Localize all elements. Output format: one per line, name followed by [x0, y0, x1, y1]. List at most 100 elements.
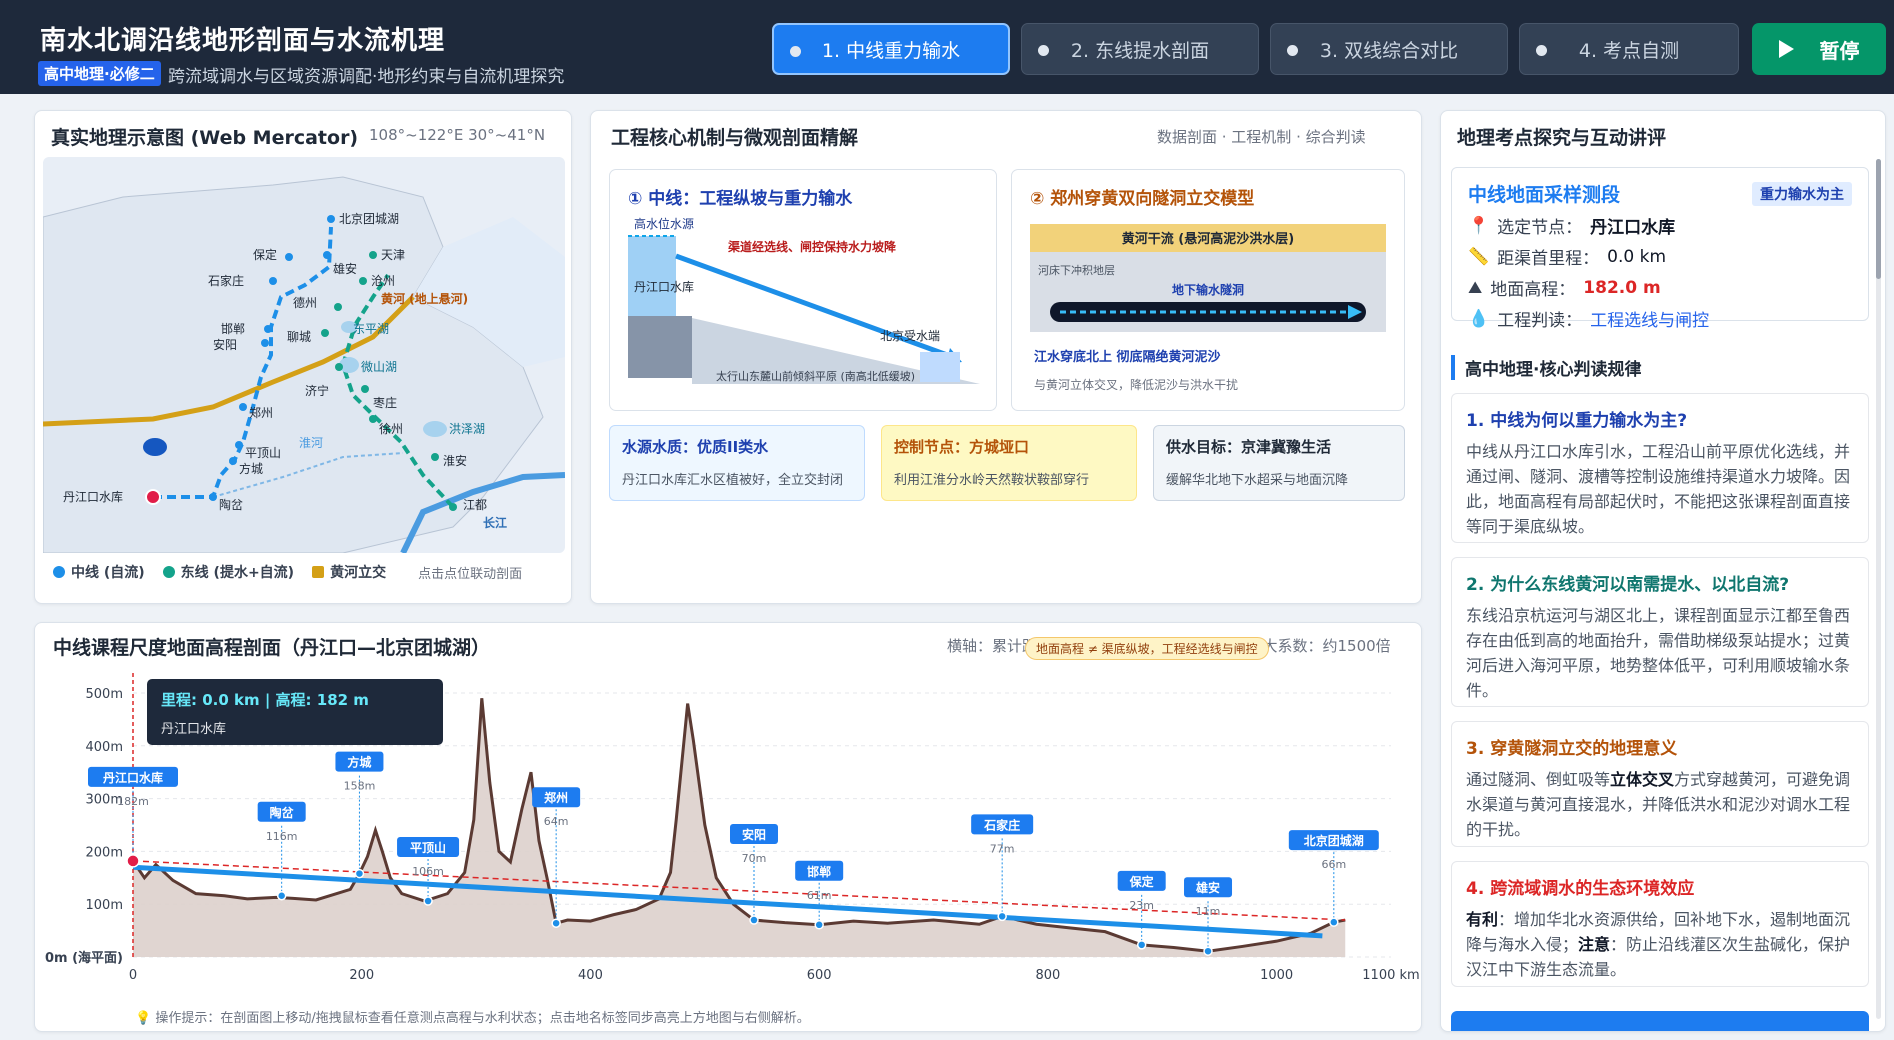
svg-text:黄河干流 (悬河高泥沙洪水层): 黄河干流 (悬河高泥沙洪水层): [1122, 231, 1294, 247]
station-point: [354, 868, 365, 879]
scrollbar[interactable]: [1876, 159, 1881, 1019]
mech-title: 工程核心机制与微观剖面精解: [611, 127, 859, 149]
svg-text:北京受水端: 北京受水端: [880, 329, 940, 343]
map-legend: 中线 (自流) 东线 (提水+自流) 黄河立交 点击点位联动剖面: [53, 562, 522, 582]
tab-compare[interactable]: 3. 双线综合对比: [1270, 23, 1508, 75]
svg-text:地下输水隧洞: 地下输水隧洞: [1172, 282, 1244, 297]
water-drop-icon: 💧: [1468, 308, 1490, 329]
pause-button[interactable]: 暂停: [1752, 23, 1886, 75]
station-elevation: 116m: [266, 830, 298, 843]
station-label: 邯郸: [807, 864, 831, 879]
map-range: 108°~122°E 30°~41°N: [369, 126, 546, 144]
station-point: [749, 915, 759, 925]
svg-text:洪泽湖: 洪泽湖: [449, 421, 485, 436]
tab-dot-icon: [1287, 45, 1298, 56]
y-tick-label: 100m: [86, 898, 123, 913]
tab-east-route[interactable]: 2. 东线提水剖面: [1021, 23, 1259, 75]
svg-text:郑州: 郑州: [249, 405, 273, 420]
yellow-river-tunnel-card: ② 郑州穿黄双向隧洞立交模型 黄河干流 (悬河高泥沙洪水层) 河床下冲积地层 地…: [1011, 169, 1405, 411]
station-elevation: 158m: [344, 780, 376, 793]
course-badge: 高中地理·必修二: [38, 61, 161, 86]
pin-icon: 📍: [1468, 215, 1490, 236]
analysis-panel: 地理考点探究与互动讲评 中线地面采样测段 重力输水为主 📍 选定节点： 丹江口水库 …: [1440, 110, 1886, 1032]
lake-marker: [143, 438, 167, 456]
map-panel: 真实地理示意图 (Web Mercator) 108°~122°E 30°~41…: [34, 110, 572, 604]
svg-text:方城: 方城: [239, 461, 263, 476]
x-tick-label: 1000: [1260, 968, 1293, 983]
station-point: [551, 918, 561, 928]
x-tick-label: 0: [129, 968, 137, 983]
station-label: 石家庄: [983, 817, 1020, 832]
profile-panel: 中线课程尺度地面高程剖面（丹江口—北京团城湖） 横轴：累计距离(km) | 纵轴…: [34, 622, 1422, 1032]
station-elevation: 70m: [742, 852, 767, 865]
station-elevation: 77m: [990, 842, 1015, 855]
svg-text:长江: 长江: [483, 515, 507, 530]
q2-card[interactable]: 2. 为什么东线黄河以南需提水、以北自流? 东线沿京杭运河与湖区北上，课程剖面显示…: [1451, 557, 1869, 707]
next-button[interactable]: [1451, 1011, 1869, 1031]
ruler-icon: 📏: [1468, 246, 1490, 267]
svg-text:北京团城湖: 北京团城湖: [339, 211, 399, 226]
mechanism-panel: 工程核心机制与微观剖面精解 数据剖面 · 工程机制 · 综合判读 ① 中线：工程…: [590, 110, 1422, 604]
mountain-icon: ⛰: [1468, 277, 1483, 298]
station-label: 保定: [1129, 874, 1154, 889]
water-quality-box: 水源水质：优质II类水 丹江口水库汇水区植被好，全立交封闭: [609, 425, 865, 501]
y-tick-label: 200m: [86, 845, 123, 860]
svg-text:黄河 (地上悬河): 黄河 (地上悬河): [381, 291, 468, 306]
tab-middle-route[interactable]: 1. 中线重力输水: [772, 23, 1010, 75]
station-label: 安阳: [742, 827, 766, 842]
station-label: 平顶山: [410, 840, 446, 855]
rules-heading: 高中地理·核心判读规律: [1451, 355, 1641, 380]
station-point: [814, 920, 824, 930]
station-label: 北京团城湖: [1304, 833, 1364, 848]
app-title: 南水北调沿线地形剖面与水流机理: [40, 26, 446, 56]
q4-card[interactable]: 4. 跨流域调水的生态环境效应 有利：增加华北水资源供给，回补地下水，遏制地面沉…: [1451, 861, 1869, 987]
legend-dot-icon: [53, 566, 65, 578]
station-elevation: 23m: [1129, 899, 1154, 912]
station-label: 丹江口水库: [103, 770, 163, 785]
svg-text:石家庄: 石家庄: [208, 273, 244, 288]
station-point: [1136, 940, 1147, 950]
station-point: [423, 896, 433, 906]
svg-text:微山湖: 微山湖: [361, 359, 397, 374]
app-subtitle: 跨流域调水与区域资源调配·地形约束与自流机理探究: [168, 67, 565, 87]
svg-text:沧州: 沧州: [371, 273, 395, 288]
profile-tooltip: 里程: 0.0 km | 高程: 182 m 丹江口水库: [147, 679, 443, 745]
profile-title: 中线课程尺度地面高程剖面（丹江口—北京团城湖）: [53, 637, 491, 659]
svg-text:淮河: 淮河: [299, 436, 323, 450]
station-point: [126, 854, 140, 868]
route-map[interactable]: 北京团城湖 天津 保定 雄安 沧州 石家庄 德州 东平湖 黄河 (地上悬河) 邯…: [43, 157, 565, 553]
svg-text:东平湖: 东平湖: [353, 321, 389, 336]
svg-text:平顶山: 平顶山: [245, 446, 281, 460]
x-tick-label: 400: [578, 968, 603, 983]
operation-hint: 💡 操作提示：在剖面图上移动/拖拽鼠标查看任意测点高程与水利状态；点击地名标签同…: [135, 1011, 810, 1026]
tunnel-diagram: 黄河干流 (悬河高泥沙洪水层) 河床下冲积地层 地下输水隧洞: [1030, 224, 1386, 332]
map-title: 真实地理示意图 (Web Mercator): [51, 127, 359, 149]
svg-text:安阳: 安阳: [213, 337, 237, 352]
warning-badge: 地面高程 ≠ 渠底纵坡，工程经选线与闸控: [1025, 637, 1269, 660]
legend-dot-icon: [162, 566, 175, 578]
svg-text:河床下冲积地层: 河床下冲积地层: [1038, 263, 1115, 277]
station-point: [1203, 946, 1213, 956]
legend-square-icon: [312, 566, 325, 578]
svg-text:雄安: 雄安: [333, 261, 357, 276]
station-elevation: 61m: [807, 889, 832, 902]
q1-card[interactable]: 1. 中线为何以重力输水为主? 中线从丹江口水库引水，工程沿山前平原优化选线，并通…: [1451, 393, 1869, 543]
station-elevation: 11m: [1196, 905, 1221, 918]
svg-text:德州: 德州: [293, 295, 317, 310]
station-point: [276, 891, 287, 901]
middle-gradient-card: ① 中线：工程纵坡与重力输水 高水位水源 渠道经选线、闸控保持水力坡降 丹江口水…: [609, 169, 997, 411]
tab-quiz[interactable]: 4. 考点自测: [1519, 23, 1739, 75]
y-tick-label: 500m: [86, 687, 123, 702]
station-label: 陶岔: [270, 805, 295, 820]
q3-card[interactable]: 3. 穿黄隧洞立交的地理意义 通过隧洞、倒虹吸等立体交叉方式穿越黄河，可避免调水…: [1451, 721, 1869, 847]
x-tick-label: 600: [807, 968, 832, 983]
tab-dot-icon: [1038, 45, 1049, 56]
station-elevation: 64m: [544, 815, 569, 828]
sample-card: 中线地面采样测段 重力输水为主 📍 选定节点： 丹江口水库 📏 距渠首里程： 0.0 k…: [1451, 167, 1869, 331]
svg-text:丹江口水库: 丹江口水库: [634, 279, 694, 294]
svg-text:陶岔: 陶岔: [219, 497, 243, 512]
svg-text:淮安: 淮安: [443, 453, 467, 468]
mech-meta: 数据剖面 · 工程机制 · 综合判读: [1157, 128, 1366, 146]
x-tick-label: 1100 km: [1362, 968, 1419, 983]
svg-text:丹江口水库: 丹江口水库: [63, 489, 123, 504]
